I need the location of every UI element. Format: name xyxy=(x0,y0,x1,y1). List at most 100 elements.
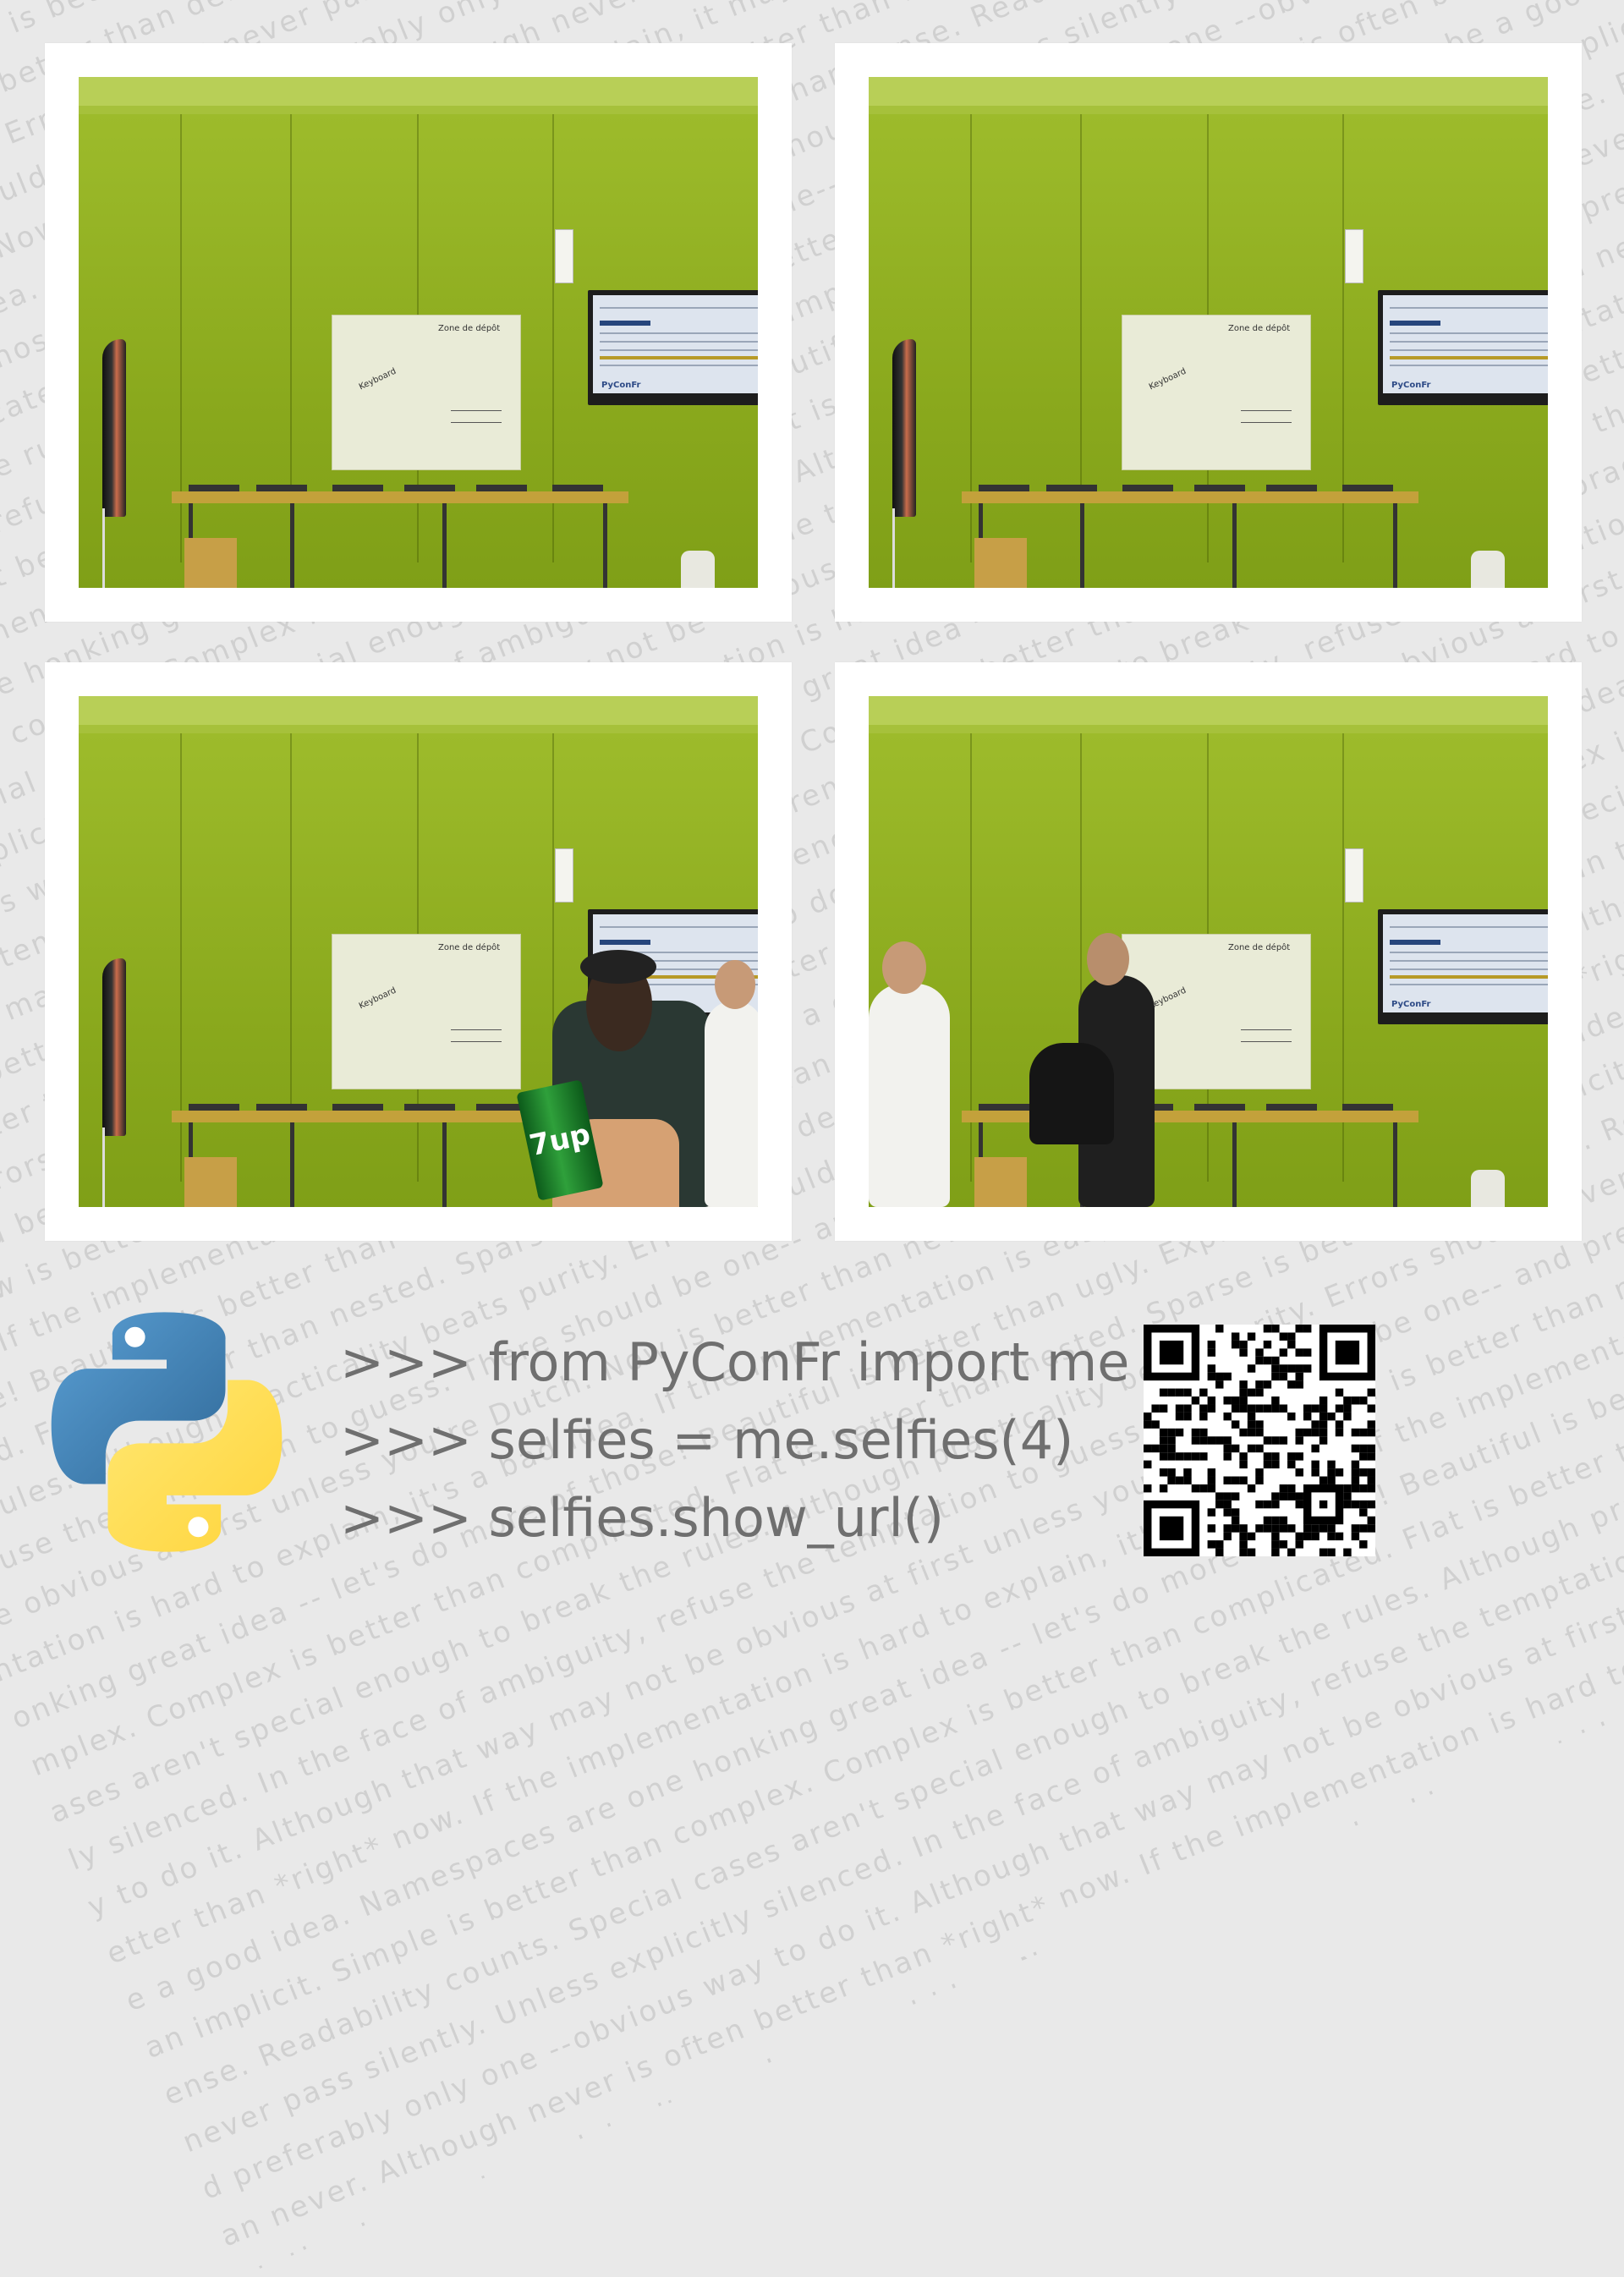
poster-line xyxy=(1241,1029,1292,1030)
qr-module xyxy=(1239,1388,1248,1397)
qr-module xyxy=(1359,1540,1368,1549)
qr-module xyxy=(1207,1396,1216,1405)
qr-module xyxy=(1247,1404,1256,1413)
laptop xyxy=(1342,1104,1393,1111)
qr-module xyxy=(1359,1444,1368,1453)
paper-poster: Keyboard Zone de dépôt xyxy=(332,935,520,1089)
qr-module xyxy=(1159,1436,1168,1445)
qr-module xyxy=(1303,1532,1312,1541)
cardboard-box xyxy=(184,538,237,588)
qr-module xyxy=(1199,1484,1208,1493)
banner-pole xyxy=(102,508,105,588)
qr-module xyxy=(1295,1325,1303,1333)
tv-highlight-bar xyxy=(600,940,650,945)
qr-module xyxy=(1271,1436,1280,1445)
qr-module xyxy=(1175,1388,1184,1397)
qr-module xyxy=(1247,1332,1256,1341)
qr-code-icon[interactable] xyxy=(1144,1325,1375,1556)
qr-module xyxy=(1263,1380,1272,1389)
qr-module xyxy=(1343,1548,1352,1556)
qr-module xyxy=(1247,1364,1256,1373)
tv-gold-row xyxy=(1390,975,1548,979)
qr-module xyxy=(1295,1532,1303,1541)
qr-module xyxy=(1295,1428,1303,1437)
qr-module xyxy=(1319,1420,1328,1429)
qr-module xyxy=(1367,1524,1375,1533)
qr-module xyxy=(1183,1388,1192,1397)
laptop xyxy=(1342,485,1393,491)
tv-schedule-row xyxy=(600,365,758,366)
tv-logo: PyConFr xyxy=(1391,381,1431,390)
qr-module xyxy=(1271,1325,1280,1333)
qr-module xyxy=(1311,1420,1320,1429)
qr-module xyxy=(1239,1524,1248,1533)
qr-module xyxy=(1223,1476,1232,1484)
qr-module xyxy=(1279,1348,1288,1357)
qr-module xyxy=(1263,1436,1272,1445)
qr-module xyxy=(1343,1492,1352,1501)
qr-module xyxy=(1231,1492,1240,1501)
tv-gold-row xyxy=(1390,356,1548,359)
qr-module xyxy=(1255,1404,1264,1413)
qr-module xyxy=(1319,1428,1328,1437)
qr-module xyxy=(1144,1444,1152,1453)
table-leg xyxy=(442,503,447,588)
laptop xyxy=(476,485,527,491)
qr-module xyxy=(1239,1404,1248,1413)
plastic-bag xyxy=(1471,551,1505,588)
qr-module xyxy=(1255,1500,1264,1509)
qr-module xyxy=(1247,1548,1256,1556)
qr-module xyxy=(1207,1468,1216,1477)
qr-module xyxy=(1263,1325,1272,1333)
qr-module xyxy=(1231,1340,1240,1349)
qr-module xyxy=(1175,1428,1184,1437)
qr-module xyxy=(1327,1460,1336,1469)
qr-module xyxy=(1343,1484,1352,1493)
tv-schedule-row xyxy=(1390,926,1548,928)
qr-module xyxy=(1351,1468,1360,1477)
qr-module xyxy=(1223,1436,1232,1445)
qr-module xyxy=(1207,1476,1216,1484)
qr-module xyxy=(1239,1340,1248,1349)
feather-banner xyxy=(102,339,126,517)
photo-frame-1: Keyboard Zone de dépôt PyConFr xyxy=(45,43,792,622)
poster-scribble: Zone de dépôt xyxy=(438,943,501,952)
qr-module xyxy=(1231,1524,1240,1533)
qr-module xyxy=(1159,1404,1168,1413)
tv-schedule-row xyxy=(1390,349,1548,351)
poster-line xyxy=(451,422,502,423)
laptop xyxy=(1194,485,1245,491)
qr-module xyxy=(1335,1532,1344,1541)
qr-module xyxy=(1279,1404,1288,1413)
qr-module xyxy=(1191,1436,1200,1445)
qr-module xyxy=(1239,1452,1248,1461)
qr-module xyxy=(1295,1436,1303,1445)
qr-module xyxy=(1271,1372,1280,1381)
cardboard-box xyxy=(184,1157,237,1207)
laptop xyxy=(404,1104,455,1111)
qr-module xyxy=(1191,1396,1200,1405)
qr-module xyxy=(1151,1444,1160,1453)
tv-schedule-row xyxy=(1390,960,1548,962)
qr-module xyxy=(1335,1388,1344,1397)
qr-module xyxy=(1335,1404,1344,1413)
qr-module xyxy=(1327,1468,1336,1477)
tv-logo: PyConFr xyxy=(601,381,641,390)
qr-module xyxy=(1159,1340,1184,1365)
qr-module xyxy=(1319,1396,1328,1405)
qr-module xyxy=(1207,1484,1216,1493)
qr-module xyxy=(1239,1476,1248,1484)
qr-module xyxy=(1367,1484,1375,1493)
table xyxy=(962,491,1418,503)
tv-schedule-row xyxy=(600,926,758,928)
qr-module xyxy=(1239,1532,1248,1541)
qr-module xyxy=(1367,1444,1375,1453)
qr-module xyxy=(1223,1412,1232,1421)
qr-module xyxy=(1159,1444,1168,1453)
qr-module xyxy=(1319,1548,1328,1556)
tv-schedule-row xyxy=(1390,968,1548,970)
tv-screen: PyConFr xyxy=(1378,909,1548,1024)
qr-module xyxy=(1255,1476,1264,1484)
qr-module xyxy=(1239,1548,1248,1556)
qr-module xyxy=(1239,1348,1248,1357)
